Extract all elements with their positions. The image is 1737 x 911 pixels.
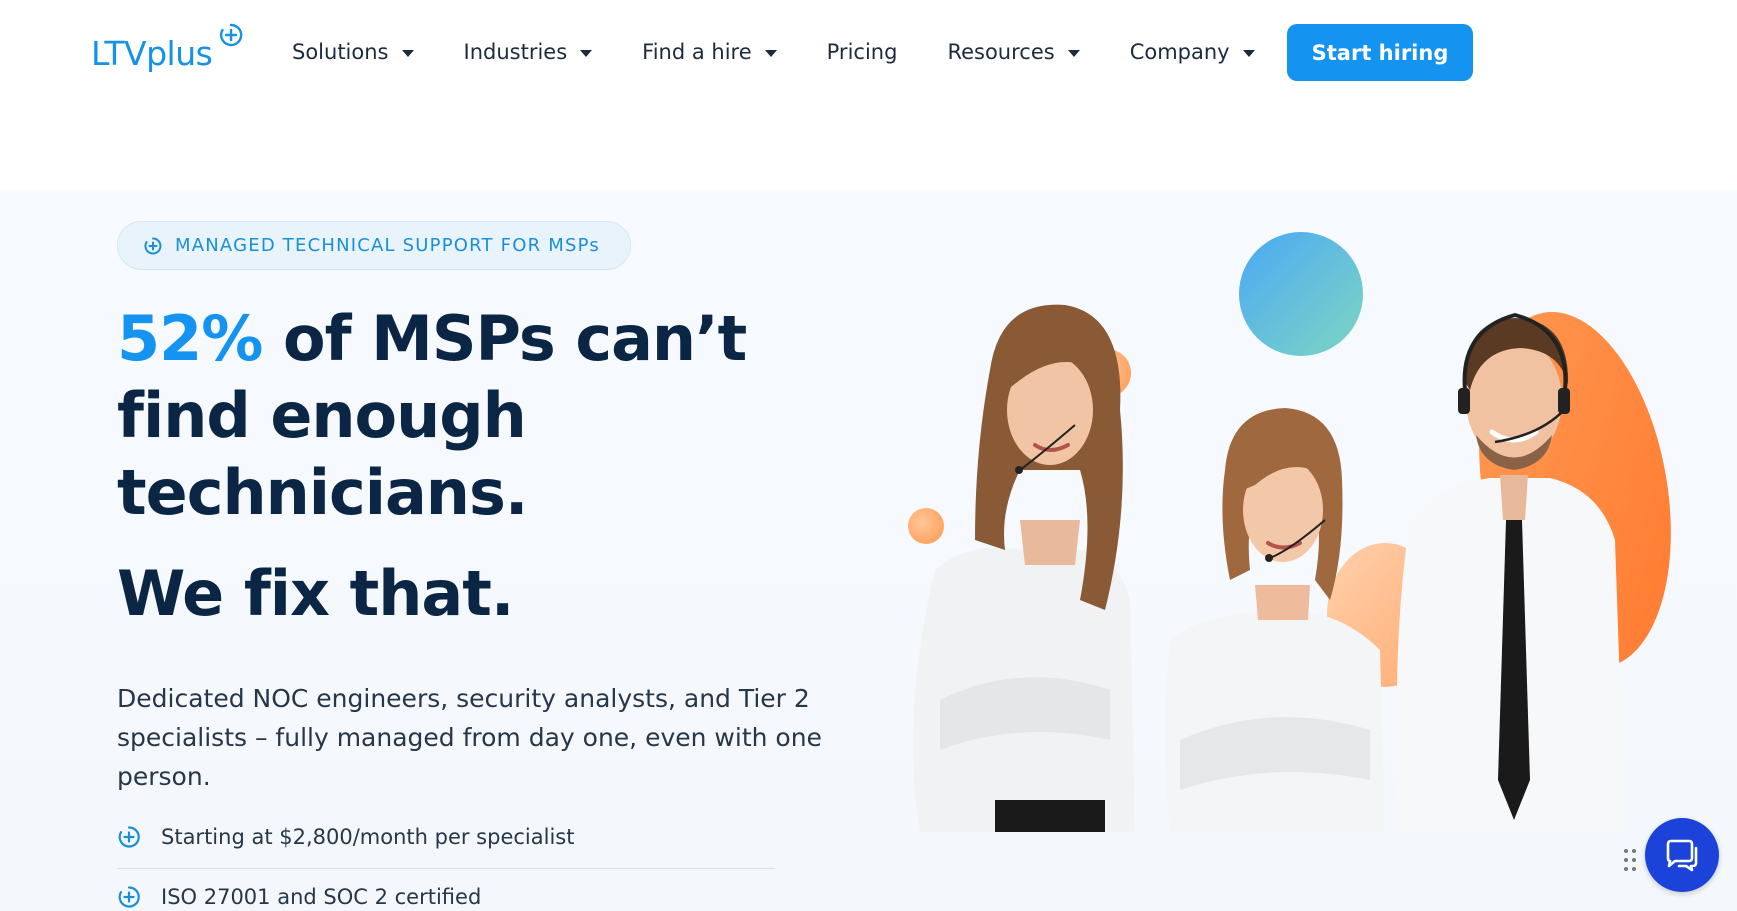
- menu-label: Solutions: [292, 40, 389, 64]
- decor-circle-blue: [1239, 232, 1363, 356]
- menu-solutions[interactable]: Solutions: [292, 40, 414, 64]
- menu-pricing[interactable]: Pricing: [827, 40, 898, 64]
- menu-company[interactable]: Company: [1130, 40, 1255, 64]
- bullet-text: ISO 27001 and SOC 2 certified: [161, 885, 482, 909]
- person-left: [912, 304, 1135, 832]
- headline-highlight: 52%: [117, 302, 263, 375]
- top-navigation: LTVplus Solutions Industries Find a hire…: [0, 0, 1737, 106]
- caret-down-icon: [764, 49, 777, 57]
- menu-label: Industries: [463, 40, 568, 64]
- plus-circle-icon: [118, 886, 140, 908]
- menu-label: Pricing: [826, 40, 898, 64]
- hero-badge: MANAGED TECHNICAL SUPPORT FOR MSPs: [117, 221, 631, 270]
- menu-industries[interactable]: Industries: [464, 40, 593, 64]
- decor-circle-orange-small: [908, 508, 944, 544]
- caret-down-icon: [401, 49, 414, 57]
- hero-headline: 52% of MSPs can’t find enough technician…: [117, 300, 747, 531]
- ltvplus-logo[interactable]: LTVplus: [91, 22, 251, 78]
- menu-label: Company: [1129, 40, 1230, 64]
- menu-find-a-hire[interactable]: Find a hire: [642, 40, 777, 64]
- hero-subheadline: We fix that.: [117, 557, 514, 630]
- caret-down-icon: [1242, 49, 1255, 57]
- caret-down-icon: [1067, 49, 1080, 57]
- menu-resources[interactable]: Resources: [947, 40, 1080, 64]
- support-team-illustration: [908, 232, 1671, 832]
- menu-label: Find a hire: [642, 40, 752, 64]
- plus-circle-icon: [144, 237, 162, 254]
- feature-bullet: Starting at $2,800/month per specialist: [117, 825, 574, 849]
- chat-widget-button[interactable]: [1645, 818, 1719, 892]
- start-hiring-button[interactable]: Start hiring: [1287, 24, 1473, 81]
- badge-text: MANAGED TECHNICAL SUPPORT FOR MSPs: [175, 235, 600, 256]
- headline-line1: of MSPs can’t: [262, 302, 747, 375]
- logo-text: LTVplus: [91, 34, 213, 73]
- plus-circle-icon: [118, 826, 140, 848]
- main-menu: Solutions Industries Find a hire Pricing…: [292, 32, 1255, 72]
- divider: [117, 868, 775, 869]
- caret-down-icon: [580, 49, 593, 57]
- plus-circle-icon: [219, 23, 243, 47]
- drag-dots-icon[interactable]: [1622, 847, 1638, 873]
- bullet-text: Starting at $2,800/month per specialist: [161, 825, 575, 849]
- menu-label: Resources: [947, 40, 1055, 64]
- headline-line3: technicians.: [117, 456, 528, 529]
- headline-line2: find enough: [117, 379, 527, 452]
- chat-bubbles-icon: [1666, 839, 1698, 872]
- hero-description: Dedicated NOC engineers, security analys…: [117, 684, 822, 791]
- feature-bullet: ISO 27001 and SOC 2 certified: [117, 885, 481, 909]
